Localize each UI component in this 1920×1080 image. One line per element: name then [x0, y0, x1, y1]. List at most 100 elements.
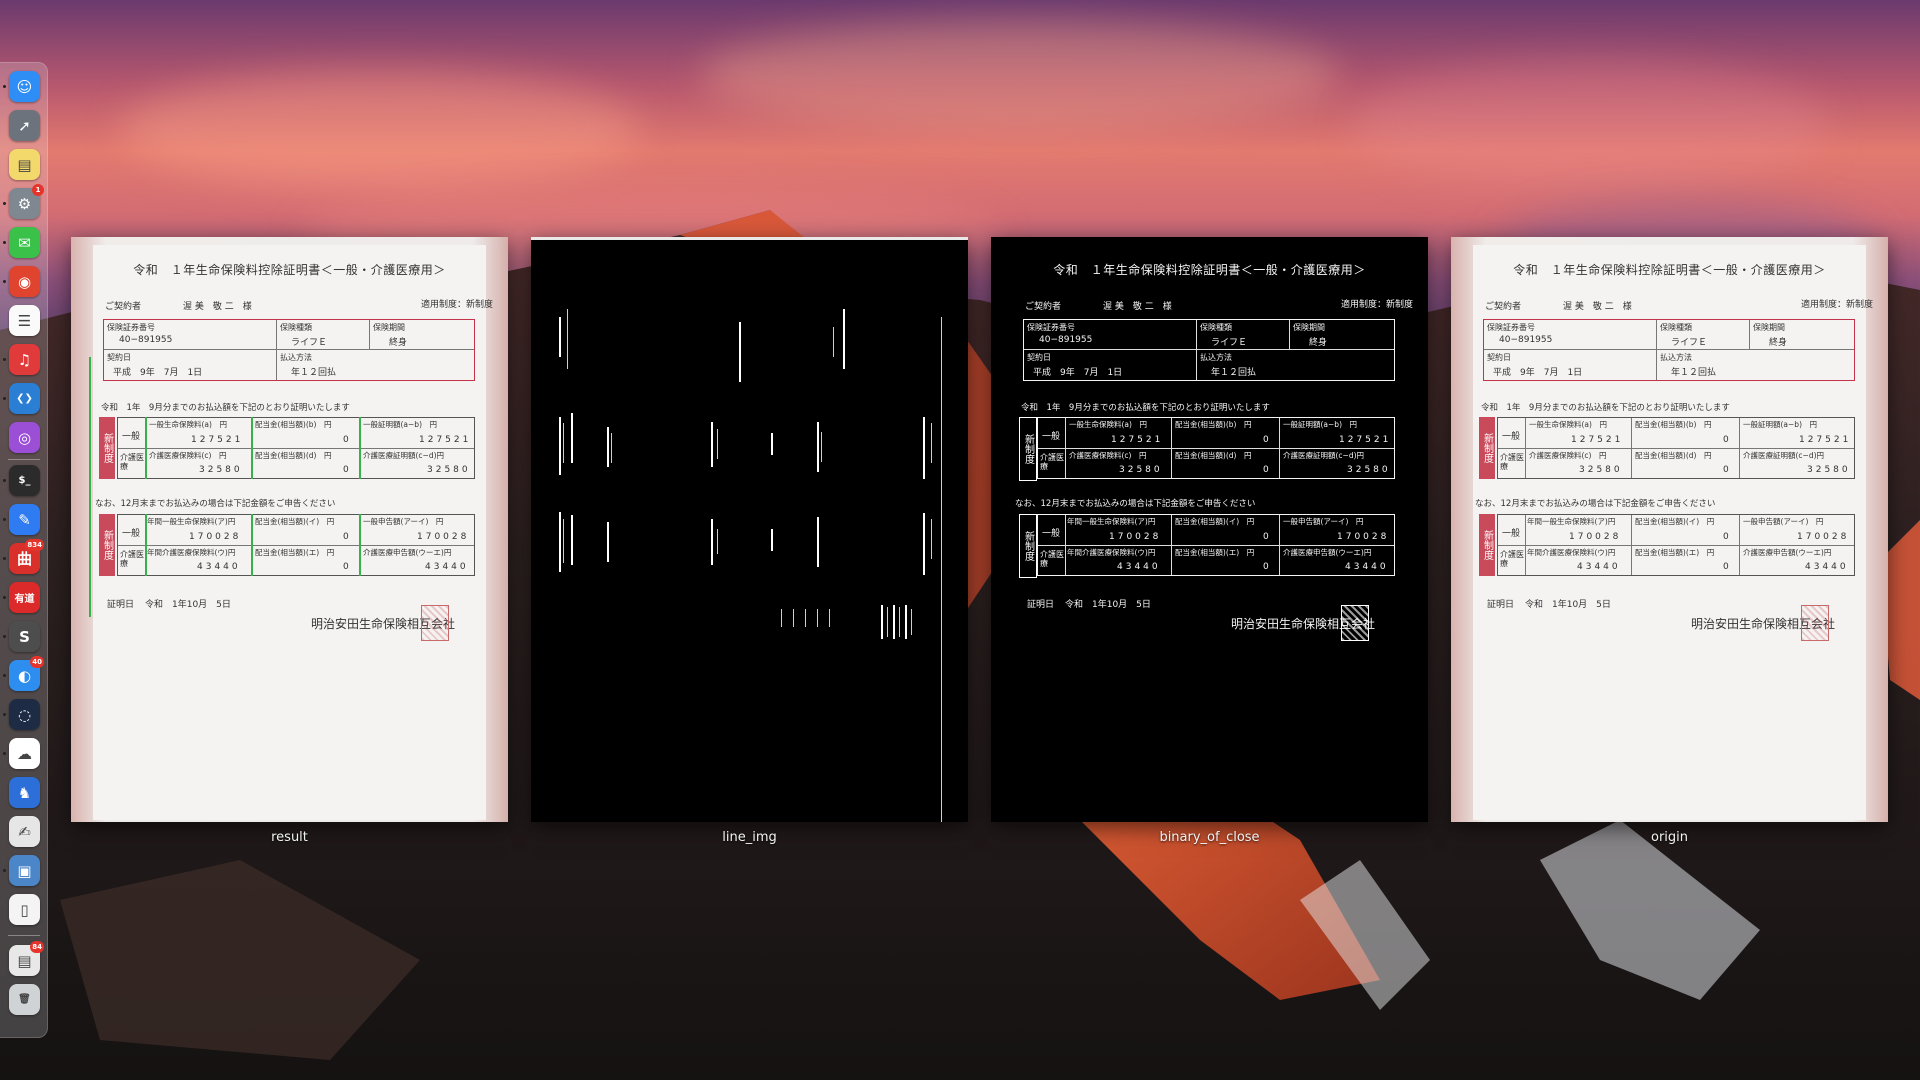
dock-youdao[interactable]: 有道 [9, 582, 40, 613]
document-title: 令和 １年生命保険料控除証明書＜一般・介護医療用＞ [133, 263, 446, 277]
cloud-icon: ☁ [17, 744, 32, 763]
header-care-declare: 介護医療申告額(ウーエ)円 [1743, 548, 1832, 557]
header-annual-general: 年間一般生命保険料(ア)円 [1067, 517, 1156, 526]
window-origin[interactable]: 令和 １年生命保険料控除証明書＜一般・介護医療用＞ ご契約者 渥 美 敬 二 様… [1451, 237, 1888, 822]
dock-textedit[interactable]: ✍ [9, 816, 40, 847]
dock-wechat[interactable]: ✉ [9, 227, 40, 258]
dock-terminal[interactable]: $_ [9, 465, 40, 496]
value-general-cert: 127521 [419, 435, 472, 445]
dock-launchpad[interactable]: ➚ [9, 110, 40, 141]
value-general-cert: 127521 [1799, 435, 1852, 445]
care-label: 介護医療 [1040, 550, 1064, 568]
detected-line-marker [251, 417, 253, 479]
care-label: 介護医療 [1040, 453, 1064, 471]
type-label: 保険種類 [1660, 323, 1692, 332]
detected-line [887, 607, 888, 637]
dock-system-preferences[interactable]: ⚙ 1 [9, 184, 44, 219]
dock-finder[interactable]: ☺ [9, 71, 40, 102]
rocket-icon: ➚ [18, 116, 31, 135]
header-annual-general: 年間一般生命保険料(ア)円 [1527, 517, 1616, 526]
detected-line [563, 423, 564, 463]
value-care-declare: 43440 [425, 562, 469, 572]
issue-label: 証明日 [1487, 600, 1515, 610]
header-general-declare: 一般申告額(アーイ) 円 [1743, 517, 1824, 526]
trash-icon: 🗑 [18, 994, 31, 1005]
dock-separator [8, 459, 40, 460]
new-system-tag: 新制度 [1019, 514, 1037, 578]
dock-notes[interactable]: ▤ [9, 149, 40, 180]
terminal-icon: $_ [18, 475, 31, 486]
running-indicator [3, 397, 6, 400]
dock-trash[interactable]: 🗑 [9, 984, 40, 1015]
detected-line-marker [89, 357, 91, 617]
dock-podcasts[interactable]: ◎ [9, 422, 40, 453]
header-care-premium: 介護医療保険料(c) 円 [149, 451, 227, 460]
section2-caption: なお、12月末までお払込みの場合は下記金額をご申告ください [1475, 499, 1716, 509]
dock-lark[interactable]: ✎ [9, 504, 40, 535]
section1-caption: 令和 1年 9月分までのお払込額を下記のとおり証明いたします [1481, 403, 1730, 413]
dock-mail-163[interactable]: 曲 834 [9, 539, 44, 574]
header-care-cert: 介護医療証明額(c−d)円 [363, 451, 445, 460]
mail-icon: 曲 [16, 550, 32, 568]
dock-qq-browser[interactable]: ◐ 40 [9, 656, 44, 691]
system-label: 適用制度：新制度 [421, 300, 494, 310]
contract-date: 平成 9年 7月 1日 [1033, 368, 1123, 378]
general-label: 一般 [122, 432, 141, 442]
header-dividend-d: 配当金(相当額)(d) 円 [1175, 451, 1252, 460]
detected-line-marker [359, 417, 361, 479]
value-dividend-i: 0 [1723, 532, 1729, 542]
running-indicator [3, 869, 6, 872]
document-image: 令和 １年生命保険料控除証明書＜一般・介護医療用＞ ご契約者 渥 美 敬 二 様… [71, 237, 508, 822]
dock-document[interactable]: ▯ [9, 894, 40, 925]
dock-baidu-netdisk[interactable]: ☁ [9, 738, 40, 769]
running-indicator [3, 280, 6, 283]
detected-line [711, 422, 713, 467]
header-dividend-e: 配当金(相当額)(エ) 円 [1175, 548, 1255, 557]
dock-downloads-stack[interactable]: ▤ 84 [9, 941, 44, 976]
detected-line [607, 427, 609, 467]
chat-bubbles-icon: ✉ [18, 233, 31, 252]
detected-line [805, 609, 806, 627]
detected-line-marker [145, 417, 147, 479]
notification-badge: 834 [25, 539, 44, 551]
period-label: 保険期間 [1753, 323, 1785, 332]
dock-preview[interactable]: ▣ [9, 855, 40, 886]
contractor-label: ご契約者 [105, 302, 142, 312]
header-general-premium: 一般生命保険料(a) 円 [1069, 420, 1147, 429]
header-general-cert: 一般証明額(a−b) 円 [1743, 420, 1817, 429]
section2-caption: なお、12月末までお払込みの場合は下記金額をご申告ください [1015, 499, 1256, 509]
window-label-binary-of-close: binary_of_close [1159, 830, 1260, 845]
dock-app-dark[interactable]: ◌ [9, 699, 40, 730]
window-result[interactable]: 令和 １年生命保険料控除証明書＜一般・介護医療用＞ ご契約者 渥 美 敬 二 様… [71, 237, 508, 822]
dock-vscode[interactable]: ❮❯ [9, 383, 40, 414]
header-dividend-d: 配当金(相当額)(d) 円 [255, 451, 332, 460]
header-care-cert: 介護医療証明額(c−d)円 [1743, 451, 1825, 460]
value-dividend-i: 0 [343, 532, 349, 542]
header-dividend-i: 配当金(相当額)(イ) 円 [255, 517, 335, 526]
care-label: 介護医療 [1500, 550, 1524, 568]
dock-chrome[interactable]: ◉ [9, 266, 40, 297]
dock-sublime[interactable]: S [9, 621, 40, 652]
contractor-name: 渥 美 敬 二 様 [1563, 302, 1632, 312]
binary-document-image: 令和 １年生命保険料控除証明書＜一般・介護医療用＞ ご契約者 渥 美 敬 二 様… [991, 237, 1428, 822]
document-title: 令和 １年生命保険料控除証明書＜一般・介護医療用＞ [1053, 263, 1366, 277]
detected-line [821, 432, 822, 462]
header-dividend-e: 配当金(相当額)(エ) 円 [255, 548, 335, 557]
detected-line [881, 605, 883, 639]
header-care-declare: 介護医療申告額(ウーエ)円 [363, 548, 452, 557]
period-value: 終身 [1769, 338, 1788, 348]
dock-app-horse[interactable]: ♞ [9, 777, 40, 808]
header-annual-general: 年間一般生命保険料(ア)円 [147, 517, 236, 526]
window-line-img[interactable] [531, 237, 968, 822]
general-label: 一般 [122, 529, 141, 539]
detected-line [817, 517, 819, 567]
new-system-tag: 新制度 [99, 514, 115, 576]
header-general-cert: 一般証明額(a−b) 円 [363, 420, 437, 429]
notification-badge: 84 [30, 941, 44, 953]
detected-line [931, 423, 932, 463]
dock-reminders[interactable]: ☰ [9, 305, 40, 336]
window-binary-of-close[interactable]: 令和 １年生命保険料控除証明書＜一般・介護医療用＞ ご契約者 渥 美 敬 二 様… [991, 237, 1428, 822]
dock-netease-music[interactable]: ♫ [9, 344, 40, 375]
detected-line [559, 317, 561, 357]
running-indicator [3, 358, 6, 361]
